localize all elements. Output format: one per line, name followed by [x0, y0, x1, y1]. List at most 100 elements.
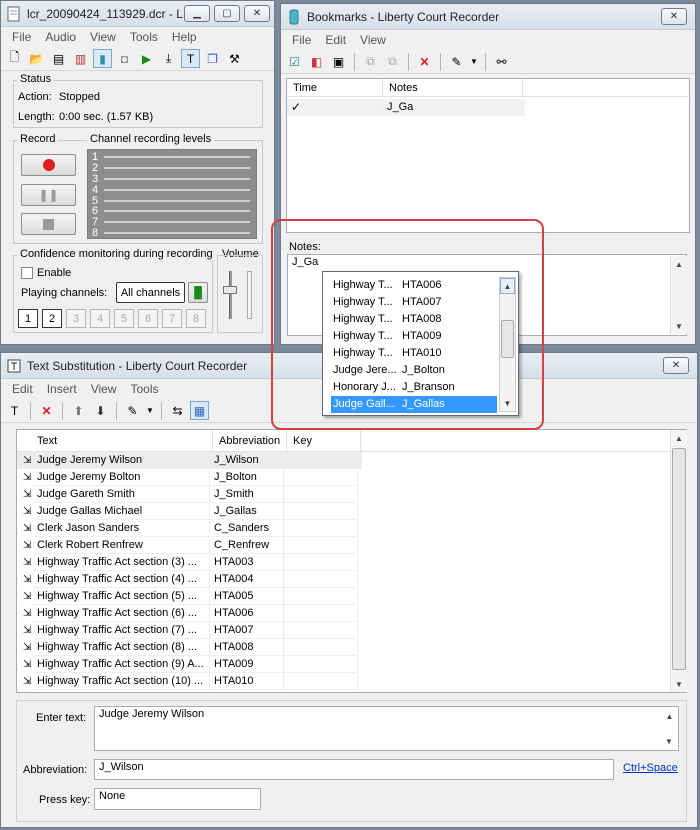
channel-button-8[interactable]: 8	[186, 309, 206, 328]
preview-icon[interactable]: ▦	[190, 401, 209, 420]
pause-button[interactable]: ❚❚	[21, 184, 76, 206]
bookmark-goto-icon[interactable]: ◧	[307, 52, 326, 71]
abbreviation-field[interactable]: J_Wilson	[94, 759, 614, 780]
enter-scroll-up-icon[interactable]: ▲	[661, 708, 678, 724]
insert-text-icon[interactable]: T	[5, 401, 24, 420]
enable-checkbox[interactable]	[21, 267, 33, 279]
volume-slider-thumb[interactable]	[223, 286, 237, 294]
dropdown-arrow-icon[interactable]: ▼	[145, 401, 155, 420]
bookmarks-menu-view[interactable]: View	[353, 33, 393, 47]
menu-file[interactable]: File	[5, 30, 38, 44]
table-row[interactable]: ⇲ Highway Traffic Act section (7) ... HTA0…	[17, 622, 362, 639]
edit-pen-icon[interactable]: ✎	[123, 401, 142, 420]
row-marker-icon: ⇲	[23, 574, 32, 585]
delete-entry-icon[interactable]: ✕	[37, 401, 56, 420]
enter-text-field[interactable]: Judge Jeremy Wilson	[94, 706, 679, 751]
minimize-button[interactable]: ▁	[184, 5, 210, 22]
bookmark-row[interactable]: ✓ J_Ga	[287, 99, 525, 116]
bookmark-prev-icon[interactable]: ⧉	[361, 52, 380, 71]
channel-button-2[interactable]: 2	[42, 309, 62, 328]
tools-icon[interactable]: ⚒	[225, 49, 244, 68]
table-row[interactable]: ⇲ Judge Gallas Michael J_Gallas	[17, 503, 362, 520]
stop-button[interactable]	[21, 213, 76, 235]
channels-bars-button[interactable]: ▐▌	[188, 282, 208, 303]
move-up-icon[interactable]: ⬆	[69, 401, 88, 420]
menu-help[interactable]: Help	[165, 30, 204, 44]
channel-level-bar	[104, 167, 250, 170]
table-row[interactable]: ⇲ Clerk Robert Renfrew C_Renfrew	[17, 537, 362, 554]
maximize-button[interactable]: ▢	[214, 5, 240, 22]
bookmarks-close-button[interactable]: ✕	[661, 8, 687, 25]
clipboard-icon[interactable]: ▥	[71, 49, 90, 68]
play-icon[interactable]: ▶	[137, 49, 156, 68]
table-row[interactable]: ⇲ Highway Traffic Act section (9) A... HTA…	[17, 656, 362, 673]
column-key[interactable]: Key	[287, 430, 361, 451]
new-file-icon[interactable]: 🗋	[5, 49, 24, 68]
textsub-menu-insert[interactable]: Insert	[40, 382, 84, 396]
column-notes[interactable]: Notes	[383, 79, 523, 96]
table-row[interactable]: ⇲ Highway Traffic Act section (3) ... HTA0…	[17, 554, 362, 571]
table-row[interactable]: ⇲ Highway Traffic Act section (5) ... HTA0…	[17, 588, 362, 605]
open-folder-icon[interactable]: 📂	[27, 49, 46, 68]
channel-button-7[interactable]: 7	[162, 309, 182, 328]
bookmark-copy-icon[interactable]: ▣	[329, 52, 348, 71]
import-icon[interactable]: ⇆	[168, 401, 187, 420]
recorder-titlebar[interactable]: lcr_20090424_113929.dcr - L... ▁ ▢ ✕	[1, 1, 274, 27]
table-row[interactable]: ⇲ Highway Traffic Act section (6) ... HTA0…	[17, 605, 362, 622]
binoculars-icon[interactable]: ⚯	[492, 52, 511, 71]
dropdown-arrow-icon[interactable]: ▼	[469, 52, 479, 71]
download-icon[interactable]: ⤓	[159, 49, 178, 68]
scroll-up-icon[interactable]: ▲	[671, 256, 687, 272]
table-scrollbar[interactable]: ▲ ▼	[670, 430, 687, 692]
table-row[interactable]: ⇲ Highway Traffic Act section (8) ... HTA0…	[17, 639, 362, 656]
notes-scrollbar[interactable]: ▲ ▼	[670, 256, 687, 334]
bookmarks-titlebar[interactable]: Bookmarks - Liberty Court Recorder ✕	[281, 4, 695, 30]
table-scroll-up-icon[interactable]: ▲	[671, 430, 687, 446]
bookmarks-menu-file[interactable]: File	[285, 33, 318, 47]
channel-button-5[interactable]: 5	[114, 309, 134, 328]
table-row[interactable]: ⇲ Judge Jeremy Bolton J_Bolton	[17, 469, 362, 486]
properties-icon[interactable]: ▤	[49, 49, 68, 68]
menu-audio[interactable]: Audio	[38, 30, 83, 44]
bookmark-icon[interactable]: ▮	[93, 49, 112, 68]
table-scroll-down-icon[interactable]: ▼	[671, 676, 687, 692]
column-time[interactable]: Time	[287, 79, 383, 96]
bookmarks-menu-edit[interactable]: Edit	[318, 33, 353, 47]
press-key-field[interactable]: None	[94, 788, 261, 810]
windows-icon[interactable]: ❐	[203, 49, 222, 68]
channel-button-6[interactable]: 6	[138, 309, 158, 328]
table-row[interactable]: ⇲ Clerk Jason Sanders C_Sanders	[17, 520, 362, 537]
delete-icon[interactable]: ✕	[415, 52, 434, 71]
textsub-menu-view[interactable]: View	[84, 382, 124, 396]
move-down-icon[interactable]: ⬇	[91, 401, 110, 420]
close-button[interactable]: ✕	[244, 5, 270, 22]
column-abbreviation[interactable]: Abbreviation	[213, 430, 287, 451]
channel-button-3[interactable]: 3	[66, 309, 86, 328]
column-text[interactable]: Text	[17, 430, 213, 451]
shortcut-link[interactable]: Ctrl+Space	[623, 762, 678, 774]
table-row[interactable]: ⇲ Highway Traffic Act section (10) ... HTA…	[17, 673, 362, 690]
channel-button-1[interactable]: 1	[18, 309, 38, 328]
enter-text-scrollbar[interactable]: ▲ ▼	[661, 708, 678, 749]
row-abbreviation: HTA008	[210, 639, 284, 656]
menu-tools[interactable]: Tools	[123, 30, 165, 44]
bookmark-next-icon[interactable]: ⧉	[383, 52, 402, 71]
menu-view[interactable]: View	[83, 30, 123, 44]
scroll-down-icon[interactable]: ▼	[671, 318, 687, 334]
textsub-menu-edit[interactable]: Edit	[5, 382, 40, 396]
record-button[interactable]	[21, 154, 76, 176]
channel-button-4[interactable]: 4	[90, 309, 110, 328]
text-icon[interactable]: T	[181, 49, 200, 68]
textsub-close-button[interactable]: ✕	[663, 357, 689, 374]
table-row[interactable]: ⇲ Judge Jeremy Wilson J_Wilson	[17, 452, 362, 469]
textsub-menu-tools[interactable]: Tools	[124, 382, 166, 396]
table-row[interactable]: ⇲ Highway Traffic Act section (4) ... HTA0…	[17, 571, 362, 588]
edit-pen-icon[interactable]: ✎	[447, 52, 466, 71]
table-scroll-thumb[interactable]	[672, 448, 686, 670]
table-row[interactable]: ⇲ Judge Gareth Smith J_Smith	[17, 486, 362, 503]
all-channels-button[interactable]: All channels	[116, 282, 185, 303]
bookmark-add-icon[interactable]: ☑	[285, 52, 304, 71]
enter-scroll-down-icon[interactable]: ▼	[661, 733, 677, 749]
camera-icon[interactable]: ◘	[115, 49, 134, 68]
volume-slider-track[interactable]	[229, 271, 232, 319]
